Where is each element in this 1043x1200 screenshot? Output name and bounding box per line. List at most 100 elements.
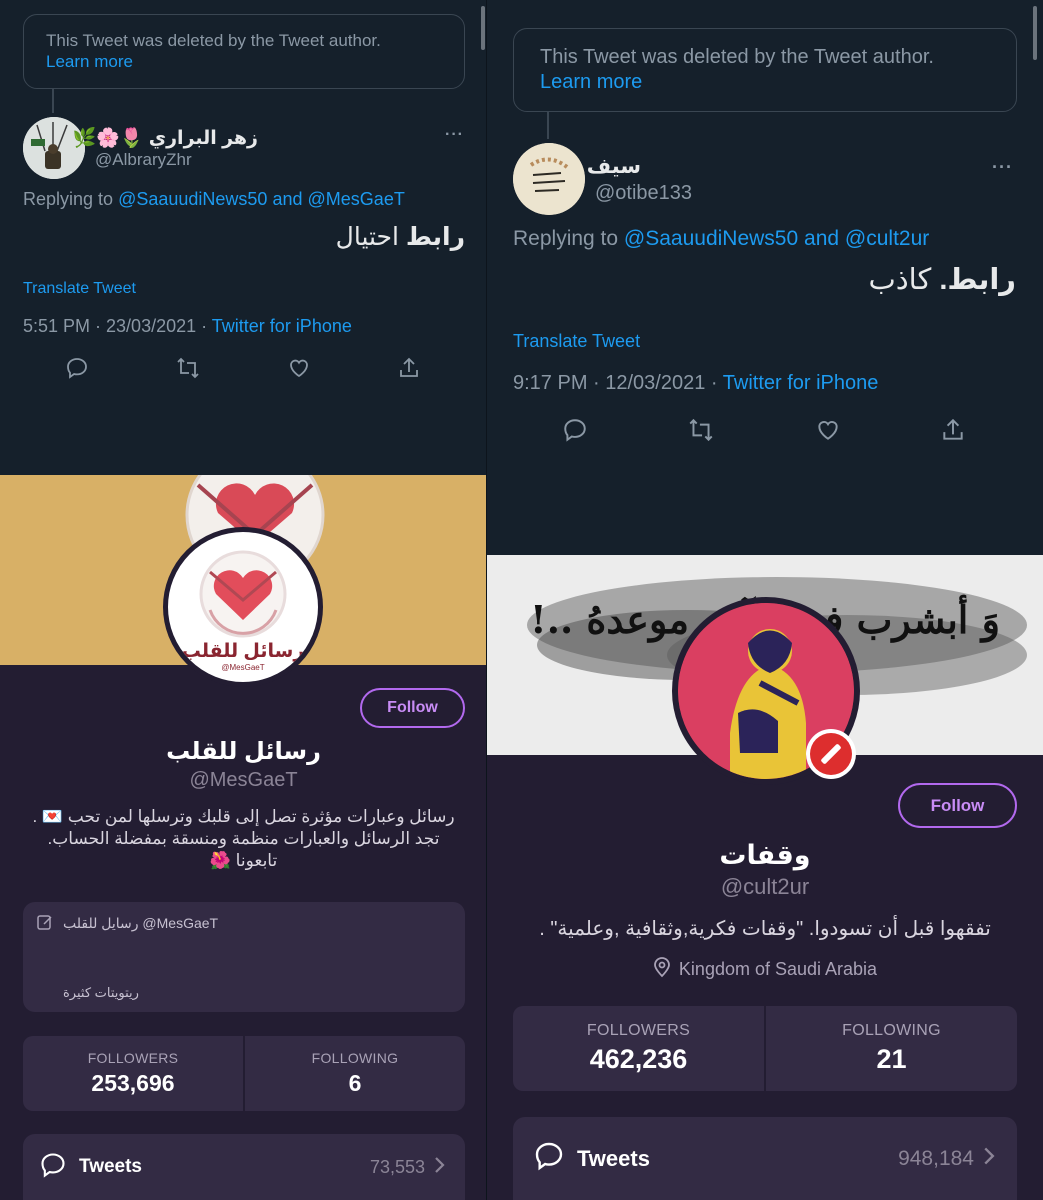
deleted-tweet-notice: This Tweet was deleted by the Tweet auth…: [23, 14, 465, 89]
mention-link[interactable]: @SaauudiNews50: [624, 227, 798, 250]
tweet-timestamp[interactable]: 9:17 PM · 12/03/2021 ·: [513, 372, 723, 394]
avatar[interactable]: [513, 143, 585, 215]
mention-link[interactable]: @cult2ur: [845, 227, 929, 250]
author-name[interactable]: زهر البراري 🌷🌸🌿: [72, 126, 258, 150]
heart-icon[interactable]: [287, 356, 311, 380]
bio-line: تابعونا 🌺: [209, 851, 278, 871]
follow-stats: FOLLOWERS 253,696 FOLLOWING 6: [23, 1036, 465, 1111]
pinned-card[interactable]: رسايل للقلب @MesGaeT ريتويتات كثيرة: [23, 902, 465, 1012]
translate-tweet-link[interactable]: Translate Tweet: [513, 331, 640, 352]
profile-name: وقفات: [719, 840, 811, 870]
card-subtitle: ريتويتات كثيرة: [63, 985, 139, 1000]
following-count: 6: [348, 1070, 362, 1096]
location-text: Kingdom of Saudi Arabia: [678, 959, 878, 979]
followers-count: 462,236: [589, 1044, 688, 1074]
more-dots-icon[interactable]: ···: [992, 157, 1013, 178]
bio-line: رسائل وعبارات مؤثرة تصل إلى قلبك وترسلها…: [32, 807, 455, 826]
tweet-text-rest: كاذب: [868, 264, 940, 296]
tweet-text: رابط احتيال: [336, 222, 465, 252]
retweet-icon[interactable]: [687, 417, 715, 443]
avatar-caption-small: @MesGaeT: [221, 663, 265, 672]
tweets-label: Tweets: [577, 1145, 650, 1171]
replying-to: Replying to @SaauudiNews50 and @MesGaeT: [23, 189, 405, 210]
tweet-source[interactable]: Twitter for iPhone: [212, 316, 352, 336]
right-screenshot: This Tweet was deleted by the Tweet auth…: [487, 0, 1043, 1200]
chevron-right-icon: [982, 1146, 995, 1171]
chevron-right-icon: [433, 1156, 445, 1179]
learn-more-link[interactable]: Learn more: [540, 70, 990, 95]
follow-stats: FOLLOWERS 462,236 FOLLOWING 21: [513, 1006, 1017, 1091]
followers-label: FOLLOWERS: [87, 1050, 179, 1066]
learn-more-link[interactable]: Learn more: [46, 51, 442, 72]
author-handle[interactable]: @AlbraryZhr: [95, 150, 192, 170]
tweet-text: رابط. كاذب: [868, 262, 1016, 297]
tweets-label: Tweets: [79, 1156, 143, 1177]
tweets-row[interactable]: Tweets 73,553: [23, 1134, 465, 1200]
tweet-actions: [562, 417, 966, 443]
followers-stat[interactable]: FOLLOWERS 253,696: [23, 1036, 243, 1111]
author-handle[interactable]: @otibe133: [595, 182, 692, 205]
tweet-timestamp[interactable]: 5:51 PM · 23/03/2021 ·: [23, 316, 212, 336]
tweets-row[interactable]: Tweets 948,184: [513, 1117, 1017, 1200]
tweet-text-bold[interactable]: رابط.: [939, 264, 1016, 296]
author-emojis: 🌷🌸🌿: [72, 128, 144, 149]
mention-link[interactable]: @SaauudiNews50: [118, 189, 267, 209]
mention-link[interactable]: @MesGaeT: [308, 189, 405, 209]
bio-line: تجد الرسائل والعبارات منظمة ومنسقة بمفضل…: [47, 829, 440, 849]
replying-to: Replying to @SaauudiNews50 and @cult2ur: [513, 227, 929, 251]
more-dots-icon[interactable]: ···: [445, 126, 464, 144]
following-label: FOLLOWING: [842, 1022, 941, 1039]
left-screenshot: This Tweet was deleted by the Tweet auth…: [0, 0, 487, 1200]
heart-icon[interactable]: [815, 417, 841, 443]
compose-icon: [36, 913, 54, 936]
reply-bubble-icon[interactable]: [65, 356, 89, 380]
blocked-badge-icon: [806, 729, 856, 779]
tweet-meta: 9:17 PM · 12/03/2021 · Twitter for iPhon…: [513, 372, 878, 395]
avatar-caption: رسائل للقلب: [181, 641, 305, 662]
profile-bio: رسائل وعبارات مؤثرة تصل إلى قلبك وترسلها…: [20, 806, 467, 872]
follow-button[interactable]: Follow: [360, 688, 465, 728]
tweets-count: 73,553: [369, 1156, 425, 1177]
profile-avatar[interactable]: رسائل للقلب @MesGaeT: [163, 527, 323, 687]
deleted-notice-text: This Tweet was deleted by the Tweet auth…: [46, 31, 381, 50]
followers-label: FOLLOWERS: [586, 1022, 691, 1039]
share-icon[interactable]: [940, 417, 966, 443]
followers-count: 253,696: [91, 1070, 175, 1096]
retweet-icon[interactable]: [175, 356, 201, 380]
and-text: and: [272, 189, 303, 209]
thread-line: [547, 112, 549, 139]
tweet-source[interactable]: Twitter for iPhone: [723, 372, 879, 394]
deleted-tweet-notice: This Tweet was deleted by the Tweet auth…: [513, 28, 1017, 112]
share-icon[interactable]: [397, 356, 421, 380]
and-text: and: [804, 227, 840, 250]
following-label: FOLLOWING: [311, 1050, 399, 1066]
reply-bubble-icon[interactable]: [562, 417, 588, 443]
profile-location: Kingdom of Saudi Arabia: [487, 956, 1043, 983]
tweet-text-bold[interactable]: رابط: [406, 223, 465, 251]
scrollbar[interactable]: [481, 6, 485, 50]
profile-name: رسائل للقلب: [166, 738, 321, 765]
location-pin-icon: [653, 956, 671, 983]
follow-button[interactable]: Follow: [898, 783, 1017, 828]
thread-line: [52, 89, 54, 113]
following-stat[interactable]: FOLLOWING 21: [764, 1006, 1017, 1091]
following-stat[interactable]: FOLLOWING 6: [243, 1036, 465, 1111]
tweet-actions: [65, 356, 421, 380]
deleted-notice-text: This Tweet was deleted by the Tweet auth…: [540, 46, 934, 68]
speech-bubble-icon: [39, 1151, 67, 1184]
replying-prefix: Replying to: [23, 189, 114, 209]
scrollbar[interactable]: [1033, 6, 1037, 60]
translate-tweet-link[interactable]: Translate Tweet: [23, 280, 136, 298]
following-count: 21: [876, 1044, 907, 1074]
author-name[interactable]: سيف: [587, 154, 641, 179]
card-title: رسايل للقلب @MesGaeT: [63, 915, 219, 931]
replying-prefix: Replying to: [513, 227, 619, 250]
profile-bio: تفقهوا قبل أن تسودوا. "وقفات فكرية,وثقاف…: [539, 918, 991, 940]
tweet-text-rest: احتيال: [335, 223, 406, 251]
profile-handle: @MesGaeT: [189, 769, 298, 791]
tweet-meta: 5:51 PM · 23/03/2021 · Twitter for iPhon…: [23, 316, 352, 337]
speech-bubble-icon: [533, 1140, 565, 1177]
followers-stat[interactable]: FOLLOWERS 462,236: [513, 1006, 764, 1091]
tweets-count: 948,184: [898, 1146, 974, 1170]
author-name-text: زهر البراري: [148, 128, 258, 149]
